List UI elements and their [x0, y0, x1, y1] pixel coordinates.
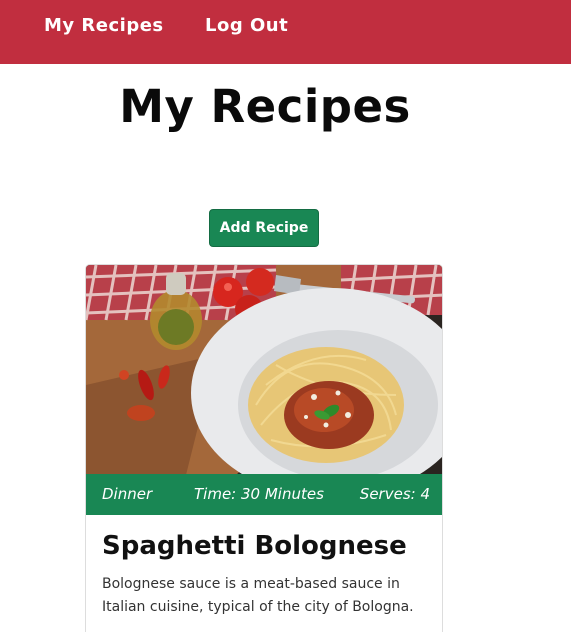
nav-log-out-link[interactable]: Log Out: [205, 15, 288, 36]
recipe-description: Bolognese sauce is a meat-based sauce in…: [102, 576, 414, 615]
recipe-title[interactable]: Spaghetti Bolognese: [102, 531, 407, 561]
nav-my-recipes-link[interactable]: My Recipes: [44, 15, 164, 36]
add-recipe-button[interactable]: Add Recipe: [209, 209, 319, 247]
recipe-meta-bar: Dinner Time: 30 Minutes Serves: 4: [86, 474, 442, 515]
top-navbar: My Recipes Log Out: [0, 0, 571, 64]
recipe-image: [86, 265, 442, 475]
recipe-category: Dinner: [102, 485, 153, 503]
recipe-serves: Serves: 4: [359, 485, 430, 503]
recipe-card[interactable]: Dinner Time: 30 Minutes Serves: 4 Spaghe…: [85, 264, 443, 632]
recipe-time: Time: 30 Minutes: [194, 485, 324, 503]
page-title: My Recipes: [119, 80, 411, 133]
